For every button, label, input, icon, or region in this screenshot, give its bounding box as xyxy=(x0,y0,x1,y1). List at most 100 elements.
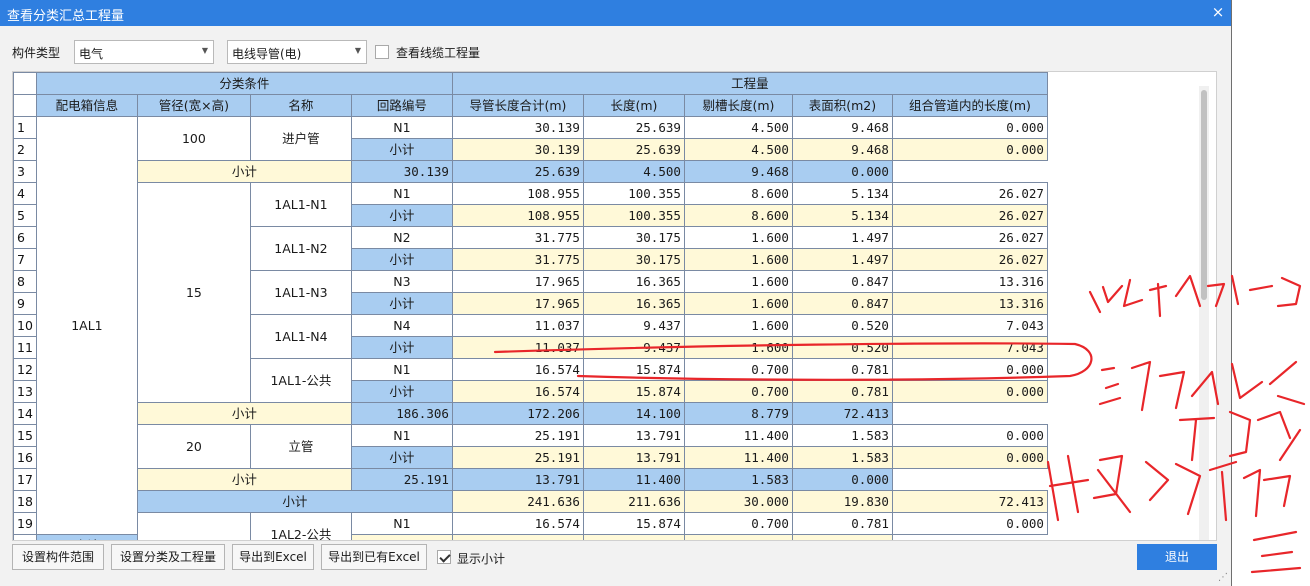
column-header[interactable]: 表面积(m2) xyxy=(791,94,893,117)
component-type-label: 构件类型 xyxy=(12,46,61,60)
cell-value: 8.600 xyxy=(683,182,793,205)
column-header[interactable]: 回路编号 xyxy=(350,94,453,117)
cell-value: 4.500 xyxy=(683,116,793,139)
row-number: 19 xyxy=(13,512,37,535)
row-number: 1 xyxy=(13,116,37,139)
row-number: 6 xyxy=(13,226,37,249)
cell-circuit: N4 xyxy=(350,314,453,337)
column-header[interactable]: 管径(宽×高) xyxy=(136,94,251,117)
group-header-quantity: 工程量 xyxy=(451,72,1048,95)
cell-value: 0.847 xyxy=(791,270,893,293)
cell-value: 16.365 xyxy=(582,270,685,293)
row-number: 2 xyxy=(13,138,37,161)
view-cable-checkbox[interactable] xyxy=(375,45,389,59)
subtype-select[interactable]: 电线导管(电) ▼ xyxy=(227,40,367,64)
cell-circuit: 小计 xyxy=(350,446,453,469)
component-type-select[interactable]: 电气 ▼ xyxy=(74,40,214,64)
cell-value: 5.134 xyxy=(791,182,893,205)
column-header[interactable]: 名称 xyxy=(249,94,352,117)
cell-value: 100.355 xyxy=(582,204,685,227)
close-icon[interactable]: × xyxy=(1208,2,1228,22)
table-row[interactable]: 17 小计 25.191 13.791 11.400 1.583 0.000 xyxy=(13,468,1048,491)
cell-value: 0.700 xyxy=(582,534,685,540)
cell-value: 0.000 xyxy=(891,446,1048,469)
table-row[interactable]: 4 15 1AL1-N1 N1 108.955 100.355 8.600 5.134 26.0… xyxy=(13,182,1048,403)
cell-circuit: 小计 xyxy=(350,292,453,315)
cell-circuit: N1 xyxy=(350,512,453,535)
cell-value: 26.027 xyxy=(891,226,1048,249)
column-header[interactable]: 长度(m) xyxy=(582,94,685,117)
cell-distribution-box: 1AL1 xyxy=(35,116,138,535)
show-subtotal-checkbox[interactable] xyxy=(437,550,451,564)
cell-circuit: 小计 xyxy=(350,138,453,161)
cell-value: 4.500 xyxy=(582,160,685,183)
export-excel-button[interactable]: 导出到Excel xyxy=(232,544,314,570)
column-header[interactable]: 剔槽长度(m) xyxy=(683,94,793,117)
table-row[interactable]: 15 20 立管 N1 25.191 13.791 11.400 1.583 0.000 xyxy=(13,424,1048,469)
set-component-range-button[interactable]: 设置构件范围 xyxy=(12,544,104,570)
cell-value: 11.037 xyxy=(451,336,584,359)
cell-diameter-subtotal: 小计 xyxy=(136,402,352,425)
quantity-grid[interactable]: 分类条件 工程量 配电箱信息 管径(宽×高) 名称 回路编号 导管长度合计(m) 长度(m) 剔… xyxy=(12,71,1217,541)
cell-value: 30.000 xyxy=(683,490,793,513)
vertical-scrollbar[interactable] xyxy=(1199,86,1209,540)
table-row[interactable]: 19 1AL2-公共 N1 16.574 15.874 0.700 0.781 0.000 xyxy=(13,512,1048,540)
chevron-down-icon: ▼ xyxy=(354,46,361,55)
scrollbar-thumb[interactable] xyxy=(1201,90,1207,300)
cell-circuit: 小计 xyxy=(350,204,453,227)
cell-value: 1.600 xyxy=(683,336,793,359)
cell-value: 31.775 xyxy=(451,248,584,271)
table-row[interactable]: 1 1AL1 100 进户管 N1 30.139 25.639 4.500 9.468 0.000 xyxy=(13,116,1048,535)
summary-dialog: 查看分类汇总工程量 × 构件类型 电气 ▼ 电线导管(电) ▼ 查看线缆工程量 … xyxy=(0,0,1232,586)
column-header[interactable]: 组合管道内的长度(m) xyxy=(891,94,1048,117)
cell-value: 0.781 xyxy=(683,534,793,540)
resize-grip-icon[interactable]: ⋰ xyxy=(1218,572,1230,584)
cell-value: 0.700 xyxy=(683,512,793,535)
column-header[interactable]: 配电箱信息 xyxy=(35,94,138,117)
cell-name: 1AL2-公共 xyxy=(249,512,352,540)
export-existing-excel-button[interactable]: 导出到已有Excel xyxy=(321,544,427,570)
cell-value: 13.791 xyxy=(451,468,584,491)
cell-circuit: N1 xyxy=(350,182,453,205)
table-row[interactable]: 3 小计 30.139 25.639 4.500 9.468 0.000 xyxy=(13,160,1048,183)
cell-value: 0.700 xyxy=(683,380,793,403)
row-number: 15 xyxy=(13,424,37,447)
table-row[interactable]: 14 小计 186.306 172.206 14.100 8.779 72.413 xyxy=(13,402,1048,425)
cell-value: 8.779 xyxy=(683,402,793,425)
cell-value: 25.639 xyxy=(582,116,685,139)
cell-value: 8.600 xyxy=(683,204,793,227)
cell-value: 1.600 xyxy=(683,292,793,315)
cell-name: 1AL1-N3 xyxy=(249,270,352,315)
row-number: 18 xyxy=(13,490,37,513)
row-number: 4 xyxy=(13,182,37,205)
title-bar[interactable]: 查看分类汇总工程量 × xyxy=(0,0,1231,26)
column-header[interactable]: 导管长度合计(m) xyxy=(451,94,584,117)
cell-value: 4.500 xyxy=(683,138,793,161)
cell-value: 30.175 xyxy=(582,226,685,249)
exit-button[interactable]: 退出 xyxy=(1137,544,1217,570)
cell-value: 5.134 xyxy=(791,204,893,227)
cell-value: 0.000 xyxy=(891,358,1048,381)
cell-value: 211.636 xyxy=(582,490,685,513)
cell-circuit: N2 xyxy=(350,226,453,249)
cell-value: 0.000 xyxy=(891,512,1048,535)
cell-circuit: 小计 xyxy=(35,534,138,540)
cell-value: 1.497 xyxy=(791,226,893,249)
row-number: 9 xyxy=(13,292,37,315)
cell-value: 0.000 xyxy=(891,380,1048,403)
table-row[interactable]: 18 小计 241.636 211.636 30.000 19.830 72.413 xyxy=(13,490,1048,513)
subtype-value: 电线导管(电) xyxy=(232,47,302,61)
cell-diameter-subtotal: 小计 xyxy=(136,160,352,183)
set-classification-button[interactable]: 设置分类及工程量 xyxy=(111,544,225,570)
cell-value: 13.791 xyxy=(582,446,685,469)
cell-value: 0.781 xyxy=(791,512,893,535)
cell-value: 72.413 xyxy=(791,402,893,425)
cell-value: 9.468 xyxy=(683,160,793,183)
cell-value: 7.043 xyxy=(891,336,1048,359)
cell-value: 172.206 xyxy=(451,402,584,425)
cell-value: 9.468 xyxy=(791,116,893,139)
cell-value: 9.437 xyxy=(582,336,685,359)
cell-name: 进户管 xyxy=(249,116,352,161)
show-subtotal-label: 显示小计 xyxy=(457,552,506,566)
cell-value: 186.306 xyxy=(350,402,453,425)
